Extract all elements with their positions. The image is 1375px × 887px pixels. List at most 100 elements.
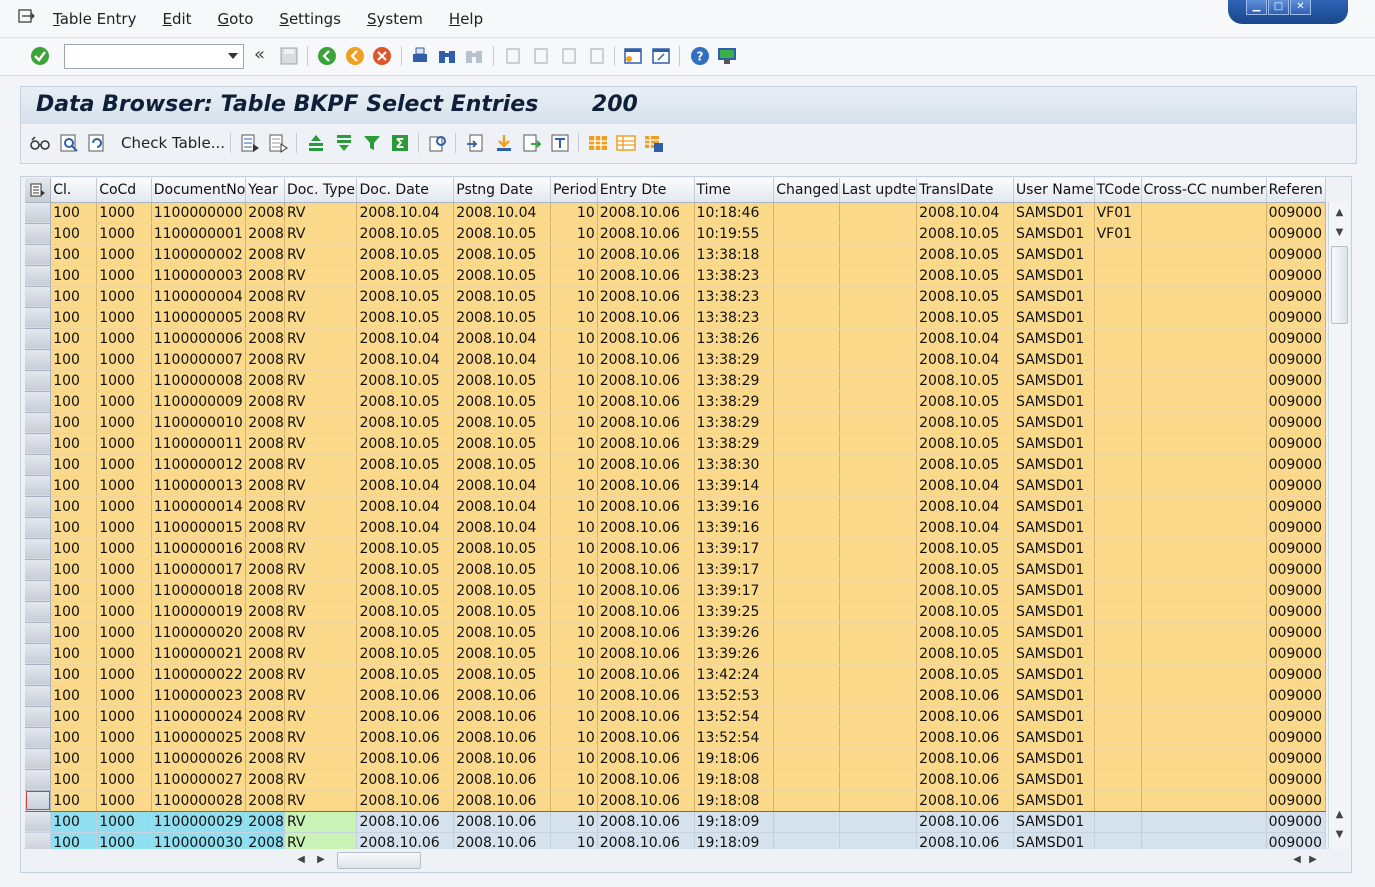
row-selector[interactable] xyxy=(25,727,52,749)
table-row[interactable]: 100 1000 1100000015 2008 RV 2008.10.04 2008.10… xyxy=(25,517,1326,539)
row-selector[interactable] xyxy=(25,580,52,602)
upload-icon[interactable] xyxy=(521,132,543,154)
column-header[interactable]: Cl. xyxy=(50,178,98,203)
menu-item-3[interactable]: Goto xyxy=(218,10,254,28)
row-selector[interactable] xyxy=(25,265,52,287)
column-header[interactable]: DocumentNo xyxy=(151,178,247,203)
glasses-icon[interactable] xyxy=(29,132,51,154)
column-header[interactable]: Entry Dte xyxy=(597,178,695,203)
scroll-thumb[interactable] xyxy=(1331,246,1348,324)
row-selector[interactable] xyxy=(25,685,52,707)
menu-item-4[interactable]: Settings xyxy=(279,10,341,28)
row-selector[interactable] xyxy=(25,244,52,266)
help-icon[interactable]: ? xyxy=(689,45,711,67)
table-row[interactable]: 100 1000 1100000008 2008 RV 2008.10.05 2008.10… xyxy=(25,370,1326,392)
table-row[interactable]: 100 1000 1100000002 2008 RV 2008.10.05 2008.10… xyxy=(25,244,1326,266)
vertical-scrollbar[interactable]: ▲ ▼ ▲ ▼ xyxy=(1328,202,1349,849)
maximize-icon[interactable]: □ xyxy=(1268,0,1289,15)
row-selector[interactable] xyxy=(25,475,52,497)
table-row[interactable]: 100 1000 1100000028 2008 RV 2008.10.06 2008.10… xyxy=(25,790,1326,812)
shortcut-icon[interactable] xyxy=(650,45,672,67)
chevron-down-icon[interactable] xyxy=(228,53,238,59)
table-row[interactable]: 100 1000 1100000012 2008 RV 2008.10.05 2008.10… xyxy=(25,454,1326,476)
table-row[interactable]: 100 1000 1100000019 2008 RV 2008.10.05 2008.10… xyxy=(25,601,1326,623)
column-header[interactable]: Year xyxy=(245,178,285,203)
column-header[interactable]: CoCd xyxy=(96,178,152,203)
column-header[interactable]: Doc. Type xyxy=(284,178,358,203)
table-row[interactable]: 100 1000 1100000026 2008 RV 2008.10.06 2008.10… xyxy=(25,748,1326,770)
back-icon[interactable] xyxy=(316,45,338,67)
menu-toggle-icon[interactable] xyxy=(18,9,36,23)
row-selector[interactable] xyxy=(25,601,52,623)
table-row[interactable]: 100 1000 1100000013 2008 RV 2008.10.04 2008.10… xyxy=(25,475,1326,497)
double-chevron-left-icon[interactable]: « xyxy=(254,44,276,66)
page-up-icon[interactable]: ▲ xyxy=(1329,806,1350,824)
first-page-icon[interactable] xyxy=(502,45,524,67)
table-row[interactable]: 100 1000 1100000029 2008 RV 2008.10.06 2008.10… xyxy=(25,811,1326,833)
row-selector[interactable] xyxy=(25,202,52,224)
find-icon[interactable] xyxy=(436,45,458,67)
row-selector[interactable] xyxy=(25,622,52,644)
deselect-all-icon[interactable] xyxy=(267,132,289,154)
column-header[interactable]: User Name xyxy=(1013,178,1095,203)
row-selector[interactable] xyxy=(25,370,52,392)
menu-item-1[interactable]: Table Entry xyxy=(53,10,136,28)
command-input[interactable] xyxy=(65,45,220,68)
row-selector[interactable] xyxy=(25,391,52,413)
table-row[interactable]: 100 1000 1100000016 2008 RV 2008.10.05 2008.10… xyxy=(25,538,1326,560)
horizontal-scrollbar[interactable]: ◀ ▶ ◀ ▶ xyxy=(289,851,1322,869)
row-selector[interactable] xyxy=(25,832,52,849)
column-header[interactable]: Doc. Date xyxy=(356,178,455,203)
column-header[interactable]: Time xyxy=(694,178,775,203)
row-selector[interactable] xyxy=(25,748,52,770)
table-row[interactable]: 100 1000 1100000009 2008 RV 2008.10.05 2008.10… xyxy=(25,391,1326,413)
column-layout-icon[interactable] xyxy=(25,178,52,203)
refresh-icon[interactable] xyxy=(86,132,108,154)
page-down-icon[interactable]: ▼ xyxy=(1329,224,1350,242)
column-header[interactable]: Period xyxy=(550,178,598,203)
save-icon[interactable] xyxy=(278,45,300,67)
table-row[interactable]: 100 1000 1100000011 2008 RV 2008.10.05 2008.10… xyxy=(25,433,1326,455)
next-page-icon[interactable] xyxy=(558,45,580,67)
column-header[interactable]: TranslDate xyxy=(916,178,1014,203)
find-next-icon[interactable] xyxy=(463,45,485,67)
table-row[interactable]: 100 1000 1100000000 2008 RV 2008.10.04 2008.10… xyxy=(25,202,1326,224)
sum-icon[interactable]: Σ xyxy=(389,132,411,154)
row-selector[interactable] xyxy=(25,559,52,581)
table-row[interactable]: 100 1000 1100000030 2008 RV 2008.10.06 2008.10… xyxy=(25,832,1326,849)
table-row[interactable]: 100 1000 1100000006 2008 RV 2008.10.04 2008.10… xyxy=(25,328,1326,350)
row-selector[interactable] xyxy=(25,664,52,686)
column-header[interactable]: Pstng Date xyxy=(453,178,552,203)
display-icon[interactable] xyxy=(58,132,80,154)
cancel-icon[interactable] xyxy=(371,45,393,67)
table-row[interactable]: 100 1000 1100000005 2008 RV 2008.10.05 2008.10… xyxy=(25,307,1326,329)
column-header[interactable]: Referen xyxy=(1266,178,1326,203)
table-row[interactable]: 100 1000 1100000014 2008 RV 2008.10.04 2008.10… xyxy=(25,496,1326,518)
row-selector[interactable] xyxy=(25,706,52,728)
horizontal-scroll-thumb[interactable] xyxy=(337,852,421,869)
scroll-down-icon[interactable]: ▼ xyxy=(1329,826,1350,844)
layout-icon[interactable] xyxy=(587,132,609,154)
sort-ascending-icon[interactable] xyxy=(305,132,327,154)
minimize-icon[interactable]: ▁ xyxy=(1246,0,1267,15)
save-layout-icon[interactable] xyxy=(643,132,665,154)
check-table-button[interactable]: Check Table... xyxy=(121,134,225,152)
row-selector[interactable] xyxy=(25,328,52,350)
table-row[interactable]: 100 1000 1100000017 2008 RV 2008.10.05 2008.10… xyxy=(25,559,1326,581)
sort-descending-icon[interactable] xyxy=(333,132,355,154)
last-page-icon[interactable] xyxy=(586,45,608,67)
table-row[interactable]: 100 1000 1100000024 2008 RV 2008.10.06 2008.10… xyxy=(25,706,1326,728)
scroll-right-icon[interactable]: ▶ xyxy=(313,851,329,869)
table-row[interactable]: 100 1000 1100000025 2008 RV 2008.10.06 2008.10… xyxy=(25,727,1326,749)
scroll-left-end-icon[interactable]: ◀ xyxy=(1289,851,1305,869)
new-session-icon[interactable] xyxy=(622,45,644,67)
previous-page-icon[interactable] xyxy=(530,45,552,67)
table-row[interactable]: 100 1000 1100000027 2008 RV 2008.10.06 2008.10… xyxy=(25,769,1326,791)
print-icon[interactable] xyxy=(409,45,431,67)
column-header[interactable]: Changed xyxy=(773,178,840,203)
table-row[interactable]: 100 1000 1100000004 2008 RV 2008.10.05 2008.10… xyxy=(25,286,1326,308)
row-selector[interactable] xyxy=(25,223,52,245)
table-row[interactable]: 100 1000 1100000001 2008 RV 2008.10.05 2008.10… xyxy=(25,223,1326,245)
table-row[interactable]: 100 1000 1100000018 2008 RV 2008.10.05 2008.10… xyxy=(25,580,1326,602)
row-selector[interactable] xyxy=(25,790,52,812)
